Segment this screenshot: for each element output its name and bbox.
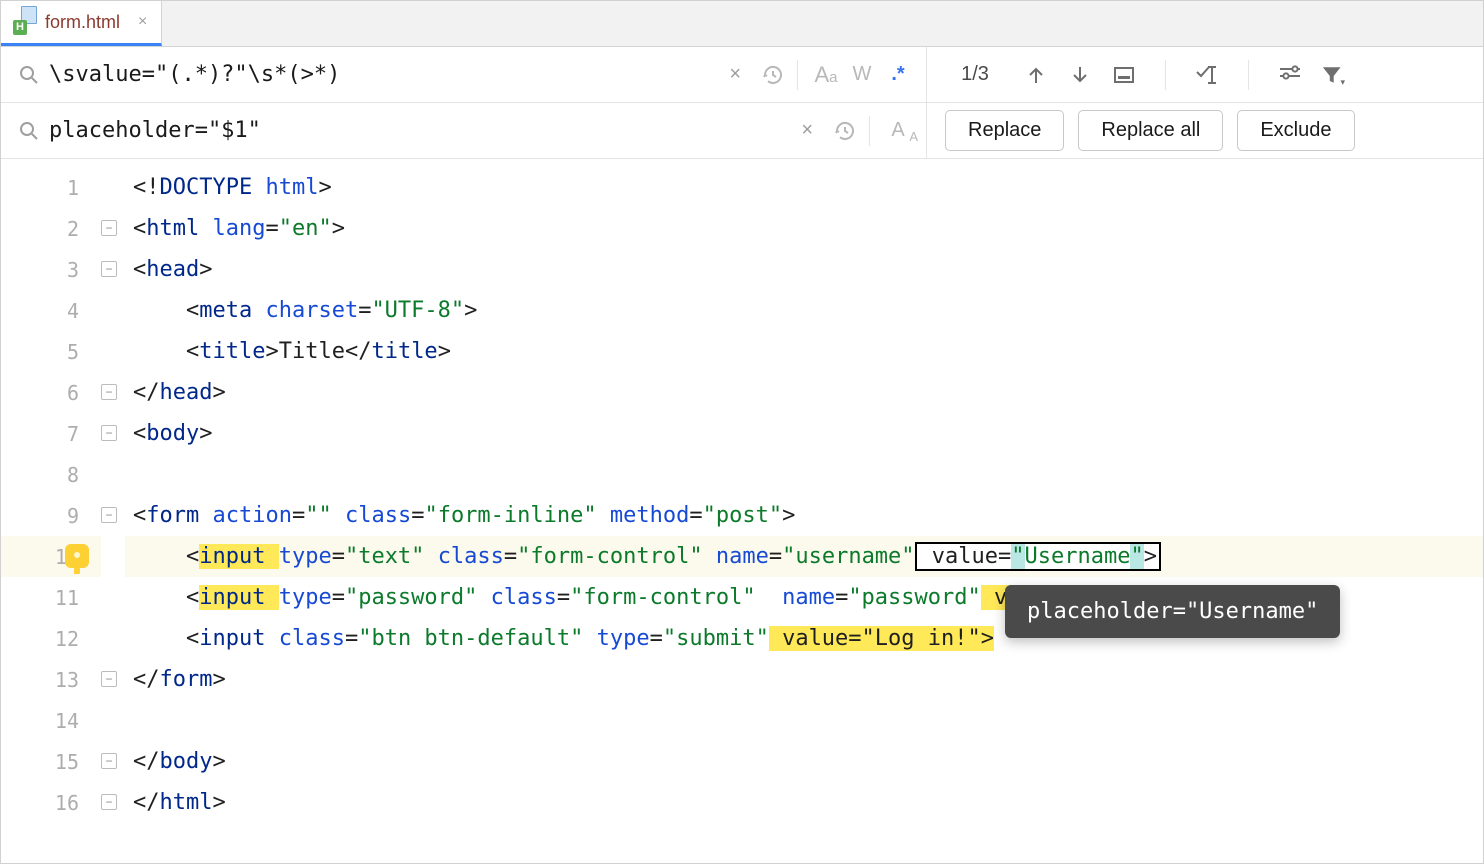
fold-toggle[interactable]: [101, 753, 117, 769]
find-bar: × Aa W .* 1/3: [1, 47, 1483, 103]
code-area[interactable]: <!DOCTYPE html><html lang="en"><head> <m…: [125, 159, 1483, 863]
html-file-icon: H: [15, 11, 37, 33]
fold-toggle[interactable]: [101, 425, 117, 441]
editor[interactable]: 12345678910111213141516 <!DOCTYPE html><…: [1, 159, 1483, 863]
tab-bar: H form.html ×: [1, 1, 1483, 47]
line-number: 8: [1, 454, 101, 495]
replace-history-icon[interactable]: [831, 119, 859, 143]
regex-toggle[interactable]: .*: [880, 63, 916, 86]
fold-toggle[interactable]: [101, 794, 117, 810]
fold-toggle[interactable]: [101, 261, 117, 277]
code-line[interactable]: <input type="text" class="form-control" …: [125, 536, 1483, 577]
search-icon: [19, 65, 39, 85]
replace-input[interactable]: [49, 118, 783, 143]
code-line[interactable]: [125, 454, 1483, 495]
select-all-icon[interactable]: [1111, 62, 1137, 88]
code-line[interactable]: <form action="" class="form-inline" meth…: [125, 495, 1483, 536]
code-line[interactable]: <!DOCTYPE html>: [125, 167, 1483, 208]
line-number: 5: [1, 331, 101, 372]
code-line[interactable]: <title>Title</title>: [125, 331, 1483, 372]
tab-filename: form.html: [45, 12, 120, 33]
line-number: 12: [1, 618, 101, 659]
line-number: 11: [1, 577, 101, 618]
gutter: 12345678910111213141516: [1, 159, 101, 863]
fold-column: [101, 159, 125, 863]
code-line[interactable]: <html lang="en">: [125, 208, 1483, 249]
fold-toggle[interactable]: [101, 220, 117, 236]
prev-match-icon[interactable]: [1023, 62, 1049, 88]
code-line[interactable]: <head>: [125, 249, 1483, 290]
replace-all-button[interactable]: Replace all: [1078, 110, 1223, 151]
line-number: 7: [1, 413, 101, 454]
preserve-case-toggle[interactable]: AA: [880, 119, 916, 142]
fold-toggle[interactable]: [101, 507, 117, 523]
line-number: 3: [1, 249, 101, 290]
line-number: 1: [1, 167, 101, 208]
replace-search-icon: [19, 121, 39, 141]
line-number: 15: [1, 741, 101, 782]
code-line[interactable]: </body>: [125, 741, 1483, 782]
code-line[interactable]: </form>: [125, 659, 1483, 700]
filter-icon[interactable]: ▾: [1321, 62, 1347, 88]
clear-replace-icon[interactable]: ×: [783, 119, 831, 142]
intention-bulb-icon[interactable]: [65, 544, 89, 568]
code-line[interactable]: <meta charset="UTF-8">: [125, 290, 1483, 331]
replace-button[interactable]: Replace: [945, 110, 1064, 151]
line-number: 2: [1, 208, 101, 249]
replace-preview-tooltip: placeholder="Username": [1005, 585, 1340, 638]
fold-toggle[interactable]: [101, 671, 117, 687]
line-number: 16: [1, 782, 101, 823]
code-line[interactable]: <body>: [125, 413, 1483, 454]
filter-options-icon[interactable]: [1277, 62, 1303, 88]
find-input[interactable]: [49, 62, 711, 87]
code-line[interactable]: [125, 700, 1483, 741]
editor-tab[interactable]: H form.html ×: [1, 1, 162, 46]
fold-toggle[interactable]: [101, 384, 117, 400]
code-line[interactable]: </html>: [125, 782, 1483, 823]
match-case-toggle[interactable]: Aa: [808, 62, 844, 88]
whole-word-toggle[interactable]: W: [844, 63, 880, 86]
clear-find-icon[interactable]: ×: [711, 63, 759, 86]
next-match-icon[interactable]: [1067, 62, 1093, 88]
close-tab-icon[interactable]: ×: [138, 13, 147, 31]
line-number: 13: [1, 659, 101, 700]
line-number: 9: [1, 495, 101, 536]
line-number: 4: [1, 290, 101, 331]
replace-bar: × AA Replace Replace all Exclude: [1, 103, 1483, 159]
history-icon[interactable]: [759, 63, 787, 87]
code-line[interactable]: </head>: [125, 372, 1483, 413]
line-number: 14: [1, 700, 101, 741]
add-selection-icon[interactable]: [1194, 62, 1220, 88]
match-count: 1/3: [945, 63, 1005, 86]
exclude-button[interactable]: Exclude: [1237, 110, 1354, 151]
line-number: 6: [1, 372, 101, 413]
